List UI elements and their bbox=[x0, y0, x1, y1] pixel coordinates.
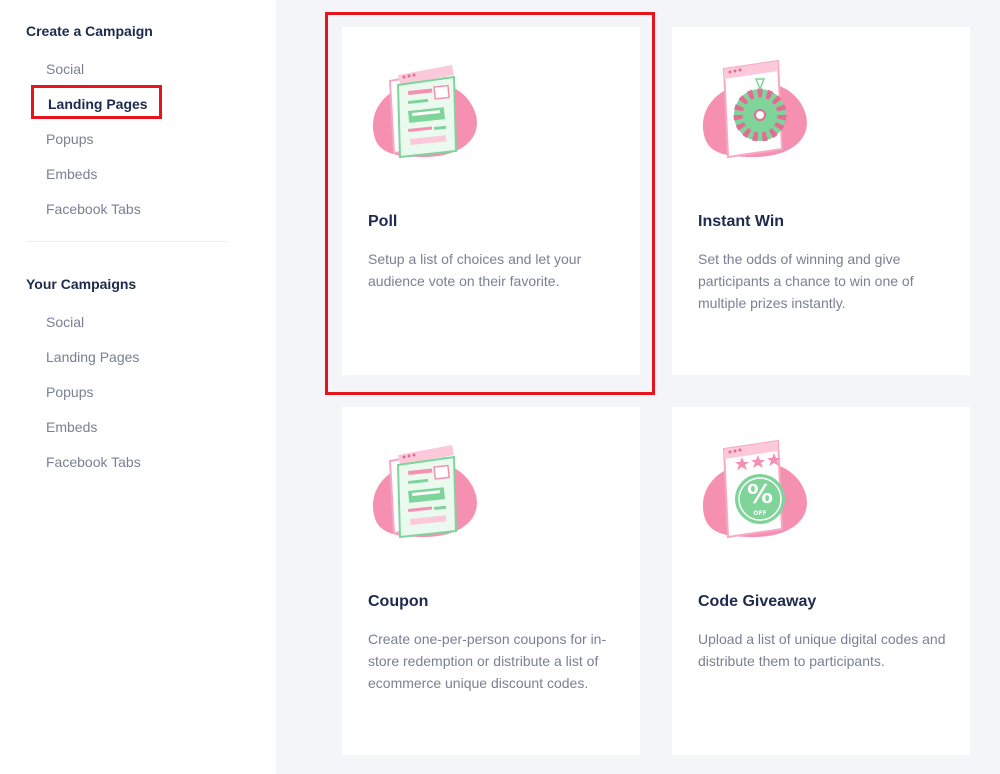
create-campaign-heading: Create a Campaign bbox=[26, 23, 153, 39]
sidebar-item-create-popups[interactable]: Popups bbox=[46, 131, 93, 147]
sidebar-item-your-embeds[interactable]: Embeds bbox=[46, 419, 97, 435]
coupon-illustration-icon bbox=[372, 445, 477, 539]
card-instant-win[interactable]: Instant Win Set the odds of winning and … bbox=[672, 27, 970, 375]
card-coupon[interactable]: Coupon Create one-per-person coupons for… bbox=[342, 407, 640, 755]
sidebar-item-your-facebook-tabs[interactable]: Facebook Tabs bbox=[46, 454, 141, 470]
sidebar-item-create-landing-pages[interactable]: Landing Pages bbox=[48, 96, 148, 112]
card-title: Coupon bbox=[368, 593, 429, 610]
card-title: Poll bbox=[368, 213, 398, 230]
card-description: Create one-per-person coupons for in-sto… bbox=[368, 631, 607, 691]
card-title: Code Giveaway bbox=[698, 593, 817, 610]
sidebar-item-create-embeds[interactable]: Embeds bbox=[46, 166, 97, 182]
your-campaigns-heading: Your Campaigns bbox=[26, 276, 137, 292]
prize-wheel-illustration-icon bbox=[702, 59, 807, 159]
card-description: Upload a list of unique digital codes an… bbox=[698, 631, 946, 669]
sidebar-item-create-social[interactable]: Social bbox=[46, 61, 84, 77]
card-description: Set the odds of winning and give partici… bbox=[698, 251, 914, 311]
poll-illustration-icon bbox=[372, 65, 477, 159]
sidebar-item-your-social[interactable]: Social bbox=[46, 314, 84, 330]
sidebar-item-create-facebook-tabs[interactable]: Facebook Tabs bbox=[46, 201, 141, 217]
off-label: OFF bbox=[753, 510, 766, 517]
percent-glyph: % bbox=[747, 480, 773, 510]
campaign-type-grid: Poll Setup a list of choices and let you… bbox=[276, 0, 1000, 774]
card-code-giveaway[interactable]: % OFF Code Giveaway Upload a list of uni… bbox=[672, 407, 970, 755]
discount-badge-illustration-icon: % OFF bbox=[702, 439, 807, 539]
sidebar-divider bbox=[26, 241, 227, 242]
card-poll[interactable]: Poll Setup a list of choices and let you… bbox=[342, 27, 640, 375]
card-description: Setup a list of choices and let your aud… bbox=[368, 251, 582, 289]
sidebar-item-your-popups[interactable]: Popups bbox=[46, 384, 93, 400]
sidebar: Create a Campaign Social Landing Pages P… bbox=[0, 0, 276, 774]
card-title: Instant Win bbox=[698, 213, 785, 230]
sidebar-item-your-landing-pages[interactable]: Landing Pages bbox=[46, 349, 139, 365]
